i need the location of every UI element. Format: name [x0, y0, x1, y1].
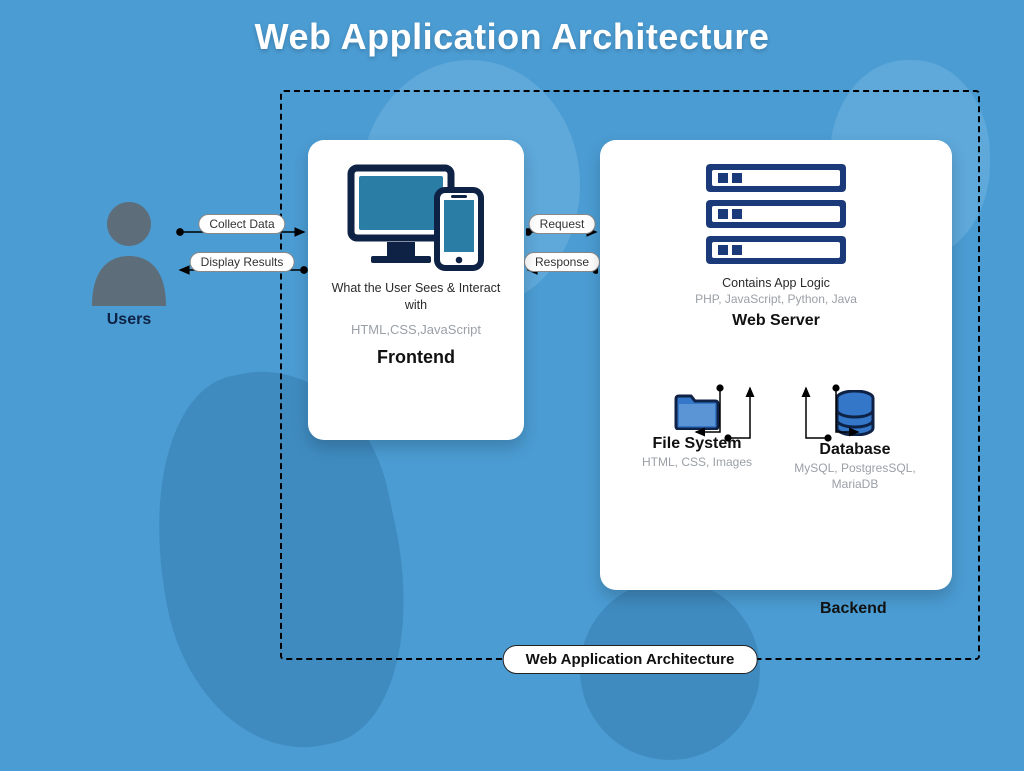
frame-label: Web Application Architecture	[503, 645, 758, 674]
backend-tech: PHP, JavaScript, Python, Java	[618, 292, 934, 306]
frontend-title: Frontend	[322, 347, 510, 368]
arrow-label-request: Request	[529, 214, 596, 234]
frontend-caption: What the User Sees & Interact with	[322, 280, 510, 314]
devices-icon	[341, 262, 491, 279]
backend-label: Backend	[820, 600, 887, 618]
backend-card: Contains App Logic PHP, JavaScript, Pyth…	[600, 140, 952, 590]
arrows-users-frontend: Collect Data Display Results	[176, 216, 308, 286]
frontend-card: What the User Sees & Interact with HTML,…	[308, 140, 524, 440]
arrow-label-collect-data: Collect Data	[198, 214, 285, 234]
arrow-label-response: Response	[524, 252, 600, 272]
server-icon	[618, 160, 934, 270]
frontend-tech: HTML,CSS,JavaScript	[322, 322, 510, 337]
user-icon	[86, 293, 172, 310]
backend-caption: Contains App Logic	[618, 276, 934, 290]
users-node: Users	[86, 196, 172, 329]
arrow-label-display-results: Display Results	[190, 252, 295, 272]
users-label: Users	[86, 311, 172, 329]
arrows-frontend-backend: Request Response	[526, 216, 598, 286]
page-title: Web Application Architecture	[0, 16, 1024, 58]
web-server-title: Web Server	[618, 312, 934, 330]
